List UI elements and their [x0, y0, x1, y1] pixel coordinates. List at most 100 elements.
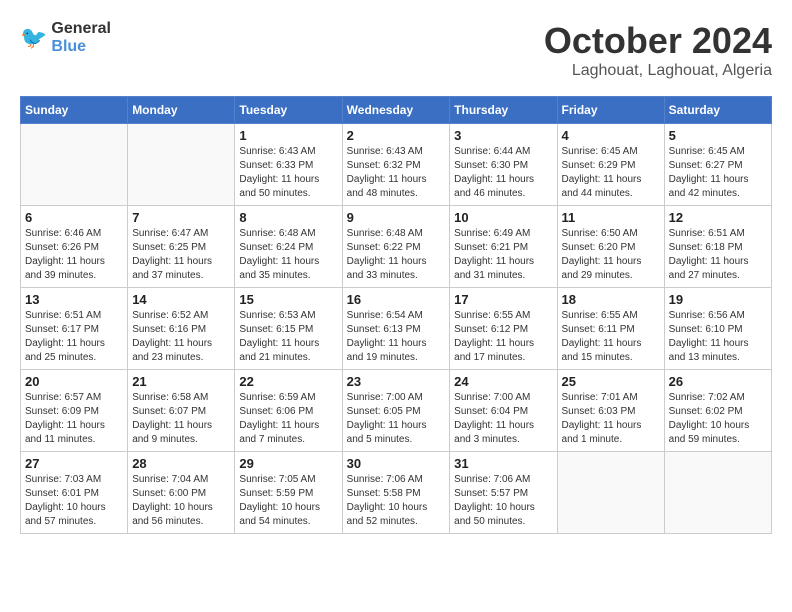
week-row-4: 20Sunrise: 6:57 AM Sunset: 6:09 PM Dayli… — [21, 370, 772, 452]
calendar-cell — [557, 452, 664, 534]
calendar-body: 1 Sunrise: 6:43 AM Sunset: 6:33 PM Daylig… — [21, 124, 772, 534]
weekday-header-row: SundayMondayTuesdayWednesdayThursdayFrid… — [21, 97, 772, 124]
day-info: Sunrise: 7:04 AM Sunset: 6:00 PM Dayligh… — [132, 473, 230, 529]
day-info: Sunrise: 6:58 AM Sunset: 6:07 PM Dayligh… — [132, 391, 230, 447]
week-row-2: 6 Sunrise: 6:46 AM Sunset: 6:26 PM Daylig… — [21, 206, 772, 288]
calendar-cell: 31Sunrise: 7:06 AM Sunset: 5:57 PM Dayli… — [450, 452, 557, 534]
calendar-cell: 13 Sunrise: 6:51 AM Sunset: 6:17 PM Dayli… — [21, 288, 128, 370]
day-number: 11 — [562, 210, 660, 225]
header: 🐦 General Blue October 2024 Laghouat, La… — [20, 20, 772, 80]
calendar-cell: 8Sunrise: 6:48 AM Sunset: 6:24 PM Daylig… — [235, 206, 342, 288]
week-row-3: 13 Sunrise: 6:51 AM Sunset: 6:17 PM Dayli… — [21, 288, 772, 370]
calendar-cell: 30 Sunrise: 7:06 AM Sunset: 5:58 PM Dayli… — [342, 452, 450, 534]
day-number: 29 — [239, 456, 337, 471]
day-info: Sunrise: 6:45 AM Sunset: 6:27 PM Dayligh… — [669, 145, 767, 201]
day-number: 28 — [132, 456, 230, 471]
weekday-header-friday: Friday — [557, 97, 664, 124]
calendar-cell: 12Sunrise: 6:51 AM Sunset: 6:18 PM Dayli… — [664, 206, 771, 288]
logo: 🐦 General Blue — [20, 20, 111, 56]
day-number: 6 — [25, 210, 123, 225]
day-info: Sunrise: 6:55 AM Sunset: 6:11 PM Dayligh… — [562, 309, 660, 365]
weekday-header-tuesday: Tuesday — [235, 97, 342, 124]
calendar-cell: 6 Sunrise: 6:46 AM Sunset: 6:26 PM Daylig… — [21, 206, 128, 288]
calendar-cell: 5Sunrise: 6:45 AM Sunset: 6:27 PM Daylig… — [664, 124, 771, 206]
day-info: Sunrise: 7:03 AM Sunset: 6:01 PM Dayligh… — [25, 473, 123, 529]
day-info: Sunrise: 6:43 AM Sunset: 6:33 PM Dayligh… — [239, 145, 337, 201]
title-section: October 2024 Laghouat, Laghouat, Algeria — [544, 20, 772, 80]
day-number: 4 — [562, 128, 660, 143]
day-number: 24 — [454, 374, 552, 389]
calendar: SundayMondayTuesdayWednesdayThursdayFrid… — [20, 96, 772, 534]
day-number: 15 — [239, 292, 337, 307]
calendar-cell — [128, 124, 235, 206]
weekday-header-monday: Monday — [128, 97, 235, 124]
week-row-5: 27 Sunrise: 7:03 AM Sunset: 6:01 PM Dayli… — [21, 452, 772, 534]
calendar-cell: 2Sunrise: 6:43 AM Sunset: 6:32 PM Daylig… — [342, 124, 450, 206]
location-title: Laghouat, Laghouat, Algeria — [544, 62, 772, 80]
calendar-cell: 21Sunrise: 6:58 AM Sunset: 6:07 PM Dayli… — [128, 370, 235, 452]
calendar-cell: 4 Sunrise: 6:45 AM Sunset: 6:29 PM Daylig… — [557, 124, 664, 206]
calendar-cell: 28 Sunrise: 7:04 AM Sunset: 6:00 PM Dayli… — [128, 452, 235, 534]
weekday-header-saturday: Saturday — [664, 97, 771, 124]
day-info: Sunrise: 6:44 AM Sunset: 6:30 PM Dayligh… — [454, 145, 552, 201]
day-info: Sunrise: 7:00 AM Sunset: 6:05 PM Dayligh… — [347, 391, 446, 447]
day-number: 17 — [454, 292, 552, 307]
calendar-cell: 18Sunrise: 6:55 AM Sunset: 6:11 PM Dayli… — [557, 288, 664, 370]
day-number: 13 — [25, 292, 123, 307]
day-info: Sunrise: 6:51 AM Sunset: 6:17 PM Dayligh… — [25, 309, 123, 365]
day-number: 22 — [239, 374, 337, 389]
calendar-cell: 25 Sunrise: 7:01 AM Sunset: 6:03 PM Dayli… — [557, 370, 664, 452]
day-info: Sunrise: 6:57 AM Sunset: 6:09 PM Dayligh… — [25, 391, 123, 447]
day-info: Sunrise: 6:54 AM Sunset: 6:13 PM Dayligh… — [347, 309, 446, 365]
day-number: 30 — [347, 456, 446, 471]
calendar-cell: 17 Sunrise: 6:55 AM Sunset: 6:12 PM Dayli… — [450, 288, 557, 370]
day-number: 14 — [132, 292, 230, 307]
calendar-cell: 11Sunrise: 6:50 AM Sunset: 6:20 PM Dayli… — [557, 206, 664, 288]
calendar-cell — [664, 452, 771, 534]
calendar-cell: 3 Sunrise: 6:44 AM Sunset: 6:30 PM Daylig… — [450, 124, 557, 206]
day-number: 31 — [454, 456, 552, 471]
day-number: 7 — [132, 210, 230, 225]
day-info: Sunrise: 6:45 AM Sunset: 6:29 PM Dayligh… — [562, 145, 660, 201]
calendar-cell: 7 Sunrise: 6:47 AM Sunset: 6:25 PM Daylig… — [128, 206, 235, 288]
day-number: 1 — [239, 128, 337, 143]
day-info: Sunrise: 6:56 AM Sunset: 6:10 PM Dayligh… — [669, 309, 767, 365]
day-number: 16 — [347, 292, 446, 307]
calendar-cell: 29 Sunrise: 7:05 AM Sunset: 5:59 PM Dayli… — [235, 452, 342, 534]
calendar-cell: 1 Sunrise: 6:43 AM Sunset: 6:33 PM Daylig… — [235, 124, 342, 206]
day-number: 9 — [347, 210, 446, 225]
calendar-cell: 9 Sunrise: 6:48 AM Sunset: 6:22 PM Daylig… — [342, 206, 450, 288]
day-number: 23 — [347, 374, 446, 389]
calendar-cell — [21, 124, 128, 206]
week-row-1: 1 Sunrise: 6:43 AM Sunset: 6:33 PM Daylig… — [21, 124, 772, 206]
day-info: Sunrise: 6:47 AM Sunset: 6:25 PM Dayligh… — [132, 227, 230, 283]
logo-bird-icon: 🐦 — [20, 25, 47, 51]
calendar-cell: 14Sunrise: 6:52 AM Sunset: 6:16 PM Dayli… — [128, 288, 235, 370]
day-info: Sunrise: 7:06 AM Sunset: 5:58 PM Dayligh… — [347, 473, 446, 529]
day-number: 27 — [25, 456, 123, 471]
day-info: Sunrise: 6:55 AM Sunset: 6:12 PM Dayligh… — [454, 309, 552, 365]
calendar-cell: 19 Sunrise: 6:56 AM Sunset: 6:10 PM Dayli… — [664, 288, 771, 370]
calendar-cell: 26Sunrise: 7:02 AM Sunset: 6:02 PM Dayli… — [664, 370, 771, 452]
calendar-cell: 22Sunrise: 6:59 AM Sunset: 6:06 PM Dayli… — [235, 370, 342, 452]
weekday-header-sunday: Sunday — [21, 97, 128, 124]
day-info: Sunrise: 6:46 AM Sunset: 6:26 PM Dayligh… — [25, 227, 123, 283]
day-info: Sunrise: 7:02 AM Sunset: 6:02 PM Dayligh… — [669, 391, 767, 447]
day-number: 3 — [454, 128, 552, 143]
day-info: Sunrise: 7:00 AM Sunset: 6:04 PM Dayligh… — [454, 391, 552, 447]
day-number: 8 — [239, 210, 337, 225]
day-info: Sunrise: 7:01 AM Sunset: 6:03 PM Dayligh… — [562, 391, 660, 447]
calendar-cell: 10Sunrise: 6:49 AM Sunset: 6:21 PM Dayli… — [450, 206, 557, 288]
day-info: Sunrise: 6:53 AM Sunset: 6:15 PM Dayligh… — [239, 309, 337, 365]
day-number: 10 — [454, 210, 552, 225]
day-info: Sunrise: 6:51 AM Sunset: 6:18 PM Dayligh… — [669, 227, 767, 283]
month-title: October 2024 — [544, 20, 772, 62]
calendar-cell: 15 Sunrise: 6:53 AM Sunset: 6:15 PM Dayli… — [235, 288, 342, 370]
day-number: 25 — [562, 374, 660, 389]
day-info: Sunrise: 6:43 AM Sunset: 6:32 PM Dayligh… — [347, 145, 446, 201]
day-number: 19 — [669, 292, 767, 307]
day-info: Sunrise: 6:48 AM Sunset: 6:22 PM Dayligh… — [347, 227, 446, 283]
calendar-cell: 24 Sunrise: 7:00 AM Sunset: 6:04 PM Dayli… — [450, 370, 557, 452]
calendar-cell: 16 Sunrise: 6:54 AM Sunset: 6:13 PM Dayli… — [342, 288, 450, 370]
day-info: Sunrise: 7:05 AM Sunset: 5:59 PM Dayligh… — [239, 473, 337, 529]
